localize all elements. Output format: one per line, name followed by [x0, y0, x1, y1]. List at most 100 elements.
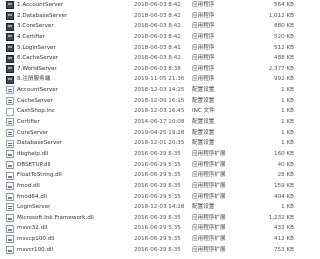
file-date: 2018-12-03 14:28 — [134, 204, 185, 211]
file-date: 2016-06-29 5:35 — [134, 236, 181, 243]
file-date: 2018-06-03 8:42 — [134, 2, 181, 8]
config-icon — [6, 139, 14, 148]
dll-icon — [6, 171, 14, 180]
file-row[interactable]: 4.Certifier 2018-06-03 8:42 应用程序 520 KB — [0, 32, 300, 43]
file-name: 6.CacheServer — [17, 55, 59, 62]
file-type: 应用程序 — [192, 44, 215, 51]
file-date: 2019-11-05 21:36 — [134, 76, 185, 83]
file-name: 1.AccountServer — [17, 2, 64, 8]
file-size: 880 KB — [274, 23, 294, 30]
file-name: LoginServer — [17, 204, 51, 211]
file-row[interactable]: fmod64.dll 2016-06-29 5:35 应用程序扩展 404 KB — [0, 192, 300, 203]
file-type: 配置设置 — [192, 140, 215, 147]
file-icon — [6, 107, 14, 116]
file-row[interactable]: 3.CoreServer 2018-06-03 8:42 应用程序 880 KB — [0, 21, 300, 32]
file-row[interactable]: 2.DatabaseServer 2018-06-03 8:42 应用程序 1,012… — [0, 11, 300, 22]
file-size: 1 KB — [281, 119, 294, 126]
file-date: 2016-06-29 5:35 — [134, 172, 181, 179]
file-type: 应用程序 — [192, 65, 215, 72]
file-type: 应用程序扩展 — [192, 246, 226, 253]
app-icon — [6, 65, 14, 74]
config-icon — [6, 128, 14, 137]
file-size: 753 KB — [274, 246, 294, 253]
dll-icon — [6, 192, 14, 201]
file-date: 2016-06-29 5:35 — [134, 182, 181, 189]
file-size: 1 KB — [281, 204, 294, 211]
file-row[interactable]: dbghelp.dll 2016-06-29 5:35 应用程序扩展 160 KB — [0, 149, 300, 160]
file-size: 512 KB — [274, 44, 294, 51]
file-row[interactable]: CacheServer 2018-12-09 16:15 配置设置 1 KB — [0, 96, 300, 107]
file-type: 应用程序 — [192, 2, 215, 8]
file-type: 应用程序 — [192, 76, 215, 83]
config-icon — [6, 86, 14, 95]
file-size: 160 KB — [274, 150, 294, 157]
file-name: CoreServer — [17, 129, 49, 136]
file-row[interactable]: LoginServer 2018-12-03 14:28 配置设置 1 KB — [0, 202, 300, 213]
file-row[interactable]: 6.CacheServer 2018-06-03 8:42 应用程序 488 KB — [0, 53, 300, 64]
file-date: 2016-06-29 5:35 — [134, 246, 181, 253]
file-row[interactable]: 1.AccountServer 2018-06-03 8:42 应用程序 564 KB — [0, 0, 300, 11]
file-name: 3.CoreServer — [17, 23, 54, 30]
file-name: msvcr100.dll — [17, 246, 54, 253]
file-name: DatabaseServer — [17, 140, 63, 147]
file-name: fmod.dll — [17, 182, 40, 189]
file-name: CacheServer — [17, 97, 53, 104]
file-type: 应用程序 — [192, 33, 215, 40]
file-type: 应用程序 — [192, 23, 215, 30]
file-date: 2018-12-03 14:25 — [134, 87, 185, 94]
file-size: 1,012 KB — [268, 12, 294, 19]
file-name: msvcp100.dll — [17, 236, 55, 243]
file-row[interactable]: DBSETUP.dll 2016-06-29 5:35 应用程序扩展 40 KB — [0, 160, 300, 171]
file-name: CashShop.inc — [17, 108, 55, 115]
file-row[interactable]: FloatToString.dll 2016-06-29 5:35 应用程序扩展 28… — [0, 170, 300, 181]
file-size: 433 KB — [274, 225, 294, 232]
file-date: 2018-12-09 16:15 — [134, 97, 185, 104]
file-size: 1 KB — [281, 140, 294, 147]
file-row[interactable]: Certifier 2014-06-17 10:08 配置设置 1 KB — [0, 117, 300, 128]
file-row[interactable]: CashShop.inc 2018-12-03 16:45 INC 文件 1 KB — [0, 106, 300, 117]
file-name: Certifier — [17, 119, 40, 126]
file-date: 2016-06-29 5:35 — [134, 161, 181, 168]
file-row[interactable]: fmod.dll 2016-06-29 5:35 应用程序扩展 159 KB — [0, 181, 300, 192]
file-type: 应用程序扩展 — [192, 161, 226, 168]
file-row[interactable]: 8.注册服务端 2019-11-05 21:36 应用程序 992 KB — [0, 74, 300, 85]
dll-icon — [6, 235, 14, 244]
dll-icon — [6, 246, 14, 255]
file-row[interactable]: 5.LoginServer 2018-06-03 8:41 应用程序 512 KB — [0, 43, 300, 54]
file-name: DBSETUP.dll — [17, 161, 51, 168]
file-row[interactable]: AccountServer 2018-12-03 14:25 配置设置 1 KB — [0, 85, 300, 96]
file-name: dbghelp.dll — [17, 150, 49, 157]
file-size: 992 KB — [274, 76, 294, 83]
file-type: 应用程序 — [192, 12, 215, 19]
file-size: 520 KB — [274, 33, 294, 40]
file-row[interactable]: CoreServer 2019-04-25 19:28 配置设置 1 KB — [0, 128, 300, 139]
file-size: 28 KB — [277, 172, 294, 179]
file-size: 1 KB — [281, 87, 294, 94]
file-name: Microsoft.Ink.Framework.dll — [17, 214, 94, 221]
file-type: 配置设置 — [192, 97, 215, 104]
app-icon — [6, 33, 14, 42]
dll-icon — [6, 214, 14, 223]
file-row[interactable]: Microsoft.Ink.Framework.dll 2016-06-29 5:… — [0, 213, 300, 224]
file-type: INC 文件 — [192, 108, 215, 115]
file-type: 应用程序扩展 — [192, 193, 226, 200]
dll-icon — [6, 160, 14, 169]
file-name: msvc32.dll — [17, 225, 48, 232]
file-date: 2018-12-03 16:45 — [134, 108, 185, 115]
app-icon — [6, 54, 14, 63]
file-row[interactable]: DatabaseServer 2018-12-01 20:35 配置设置 1 KB — [0, 138, 300, 149]
file-row[interactable]: msvc32.dll 2016-06-29 5:35 应用程序扩展 433 KB — [0, 223, 300, 234]
config-icon — [6, 118, 14, 127]
file-date: 2019-04-25 19:28 — [134, 129, 185, 136]
file-name: 2.DatabaseServer — [17, 12, 68, 19]
file-name: 5.LoginServer — [17, 44, 56, 51]
file-row[interactable]: msvcp100.dll 2016-06-29 5:35 应用程序扩展 412 KB — [0, 234, 300, 245]
file-size: 488 KB — [274, 55, 294, 62]
file-row[interactable]: msvcr100.dll 2016-06-29 5:35 应用程序扩展 753 KB — [0, 245, 300, 256]
file-name: 8.注册服务端 — [17, 76, 51, 83]
file-type: 配置设置 — [192, 119, 215, 126]
file-row[interactable]: 7.WorldServer 2018-06-03 8:38 应用程序 2,377 KB — [0, 64, 300, 75]
app-icon — [6, 75, 14, 84]
app-icon — [6, 11, 14, 20]
config-icon — [6, 97, 14, 106]
